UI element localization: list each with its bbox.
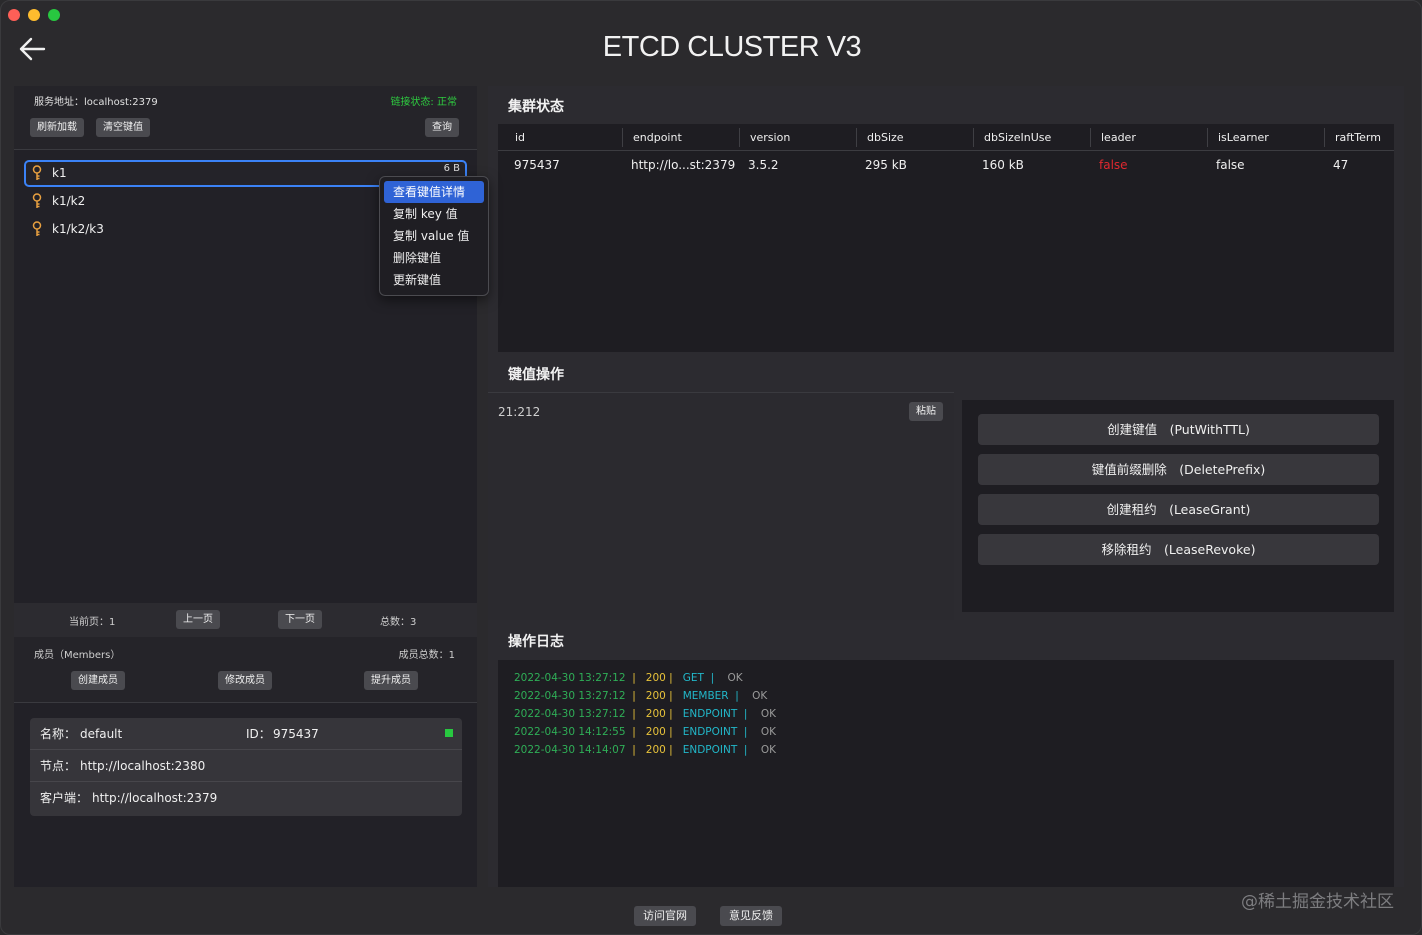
refresh-button[interactable]: 刷新加载 xyxy=(30,118,84,137)
column-header[interactable]: id xyxy=(515,131,525,144)
operation-log: 2022-04-30 13:27:12 | 200 | GET | OK 202… xyxy=(498,660,1394,887)
promote-member-button[interactable]: 提升成员 xyxy=(364,671,418,690)
current-page: 当前页：1 xyxy=(69,617,116,628)
menu-item-delete[interactable]: 删除键值 xyxy=(384,247,484,269)
cell-endpoint: http://lo...st:2379 xyxy=(631,158,736,172)
window-controls xyxy=(8,9,60,21)
key-icon xyxy=(32,221,42,236)
member-card[interactable]: 名称： default ID： 975437 节点： http://localh… xyxy=(30,718,462,816)
member-peer-url: http://localhost:2380 xyxy=(80,759,206,773)
column-divider xyxy=(1207,128,1208,147)
menu-item-copy-value[interactable]: 复制 value 值 xyxy=(384,225,484,247)
column-header[interactable]: dbSize xyxy=(867,131,904,144)
create-member-button[interactable]: 创建成员 xyxy=(71,671,125,690)
put-with-ttl-button[interactable]: 创建键值 (PutWithTTL) xyxy=(978,414,1379,445)
member-id: 975437 xyxy=(273,727,319,741)
lease-revoke-button[interactable]: 移除租约 (LeaseRevoke) xyxy=(978,534,1379,565)
member-status-indicator xyxy=(445,729,453,737)
key-name: k1/k2 xyxy=(52,194,86,208)
total-count: 总数：3 xyxy=(380,617,417,628)
menu-item-view-detail[interactable]: 查看键值详情 xyxy=(384,181,484,203)
key-name: k1 xyxy=(52,166,67,180)
next-page-button[interactable]: 下一页 xyxy=(278,610,322,629)
connection-status: 链接状态: 正常 xyxy=(390,97,457,108)
server-bar: 服务地址：localhost:2379 链接状态: 正常 刷新加载 清空键值 查… xyxy=(14,86,477,150)
member-id-label: ID： xyxy=(246,727,271,741)
members-title: 成员（Members） xyxy=(34,650,121,661)
kv-editor[interactable]: 21:212 粘贴 xyxy=(488,392,954,620)
paste-button[interactable]: 粘贴 xyxy=(909,402,943,421)
close-window-button[interactable] xyxy=(8,9,20,21)
members-total: 成员总数：1 xyxy=(398,650,455,661)
cell-version: 3.5.2 xyxy=(748,158,779,172)
menu-item-update[interactable]: 更新键值 xyxy=(384,269,484,291)
member-name-label: 名称： xyxy=(40,727,77,741)
member-name-row: 名称： default ID： 975437 xyxy=(30,718,462,750)
log-entry: 2022-04-30 14:12:55 | 200 | ENDPOINT | O… xyxy=(514,726,776,738)
right-panel: 集群状态 id endpoint version dbSize dbSizeIn… xyxy=(488,86,1404,887)
members-bar: 成员（Members） 成员总数：1 创建成员 修改成员 提升成员 xyxy=(14,637,477,703)
member-client-row: 客户端： http://localhost:2379 xyxy=(30,782,462,814)
feedback-button[interactable]: 意见反馈 xyxy=(720,906,782,926)
column-header[interactable]: raftTerm xyxy=(1335,131,1381,144)
column-divider xyxy=(739,128,740,147)
log-section-title: 操作日志 xyxy=(508,634,564,650)
zoom-window-button[interactable] xyxy=(48,9,60,21)
cluster-status-table: id endpoint version dbSize dbSizeInUse l… xyxy=(498,124,1394,352)
clear-keys-button[interactable]: 清空键值 xyxy=(96,118,150,137)
delete-prefix-button[interactable]: 键值前缀删除 (DeletePrefix) xyxy=(978,454,1379,485)
column-header[interactable]: version xyxy=(750,131,790,144)
cell-is-learner: false xyxy=(1216,158,1245,172)
query-button[interactable]: 查询 xyxy=(425,118,459,137)
server-address: 服务地址：localhost:2379 xyxy=(34,97,158,108)
kv-section-title: 键值操作 xyxy=(508,367,564,383)
column-divider xyxy=(973,128,974,147)
log-entry: 2022-04-30 14:14:07 | 200 | ENDPOINT | O… xyxy=(514,744,776,756)
column-header[interactable]: dbSizeInUse xyxy=(984,131,1051,144)
app-window: ETCD CLUSTER V3 服务地址：localhost:2379 链接状态… xyxy=(0,0,1422,935)
menu-item-copy-key[interactable]: 复制 key 值 xyxy=(384,203,484,225)
member-client-label: 客户端： xyxy=(40,791,89,805)
member-name: default xyxy=(80,727,123,741)
key-icon xyxy=(32,165,42,180)
app-title: ETCD CLUSTER V3 xyxy=(602,31,862,63)
watermark: @稀土掘金技术社区 xyxy=(1241,892,1394,912)
visit-website-button[interactable]: 访问官网 xyxy=(634,906,696,926)
cell-dbsize-in-use: 160 kB xyxy=(982,158,1024,172)
column-divider xyxy=(1324,128,1325,147)
key-icon xyxy=(32,193,42,208)
member-client-url: http://localhost:2379 xyxy=(92,791,218,805)
column-divider xyxy=(856,128,857,147)
minimize-window-button[interactable] xyxy=(28,9,40,21)
cell-leader: false xyxy=(1099,158,1128,172)
cluster-section-title: 集群状态 xyxy=(508,99,564,115)
member-peer-label: 节点： xyxy=(40,759,77,773)
kv-actions-panel: 创建键值 (PutWithTTL) 键值前缀删除 (DeletePrefix) … xyxy=(962,400,1394,612)
table-header: id endpoint version dbSize dbSizeInUse l… xyxy=(498,124,1394,151)
cell-dbsize: 295 kB xyxy=(865,158,907,172)
kv-editor-text: 21:212 xyxy=(498,405,541,419)
cell-id: 975437 xyxy=(514,158,560,172)
column-header[interactable]: isLearner xyxy=(1218,131,1269,144)
prev-page-button[interactable]: 上一页 xyxy=(176,610,220,629)
lease-grant-button[interactable]: 创建租约 (LeaseGrant) xyxy=(978,494,1379,525)
pagination-bar: 当前页：1 上一页 下一页 总数：3 xyxy=(14,603,477,637)
log-entry: 2022-04-30 13:27:12 | 200 | MEMBER | OK xyxy=(514,690,768,702)
column-divider xyxy=(622,128,623,147)
column-divider xyxy=(1090,128,1091,147)
log-entry: 2022-04-30 13:27:12 | 200 | ENDPOINT | O… xyxy=(514,708,776,720)
modify-member-button[interactable]: 修改成员 xyxy=(218,671,272,690)
cell-raft-term: 47 xyxy=(1333,158,1349,172)
member-peer-row: 节点： http://localhost:2380 xyxy=(30,750,462,782)
column-header[interactable]: endpoint xyxy=(633,131,682,144)
context-menu: 查看键值详情 复制 key 值 复制 value 值 删除键值 更新键值 xyxy=(379,176,489,296)
key-name: k1/k2/k3 xyxy=(52,222,104,236)
log-entry: 2022-04-30 13:27:12 | 200 | GET | OK xyxy=(514,672,743,684)
column-header[interactable]: leader xyxy=(1101,131,1136,144)
